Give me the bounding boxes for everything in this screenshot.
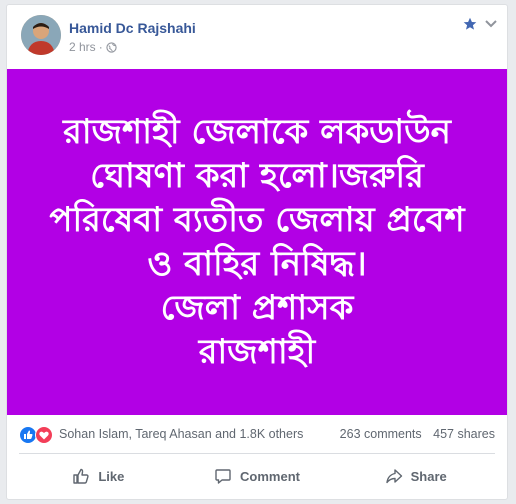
post-text-image[interactable]: রাজশাহী জেলাকে লকডাউন ঘোষণা করা হলো।জরুর… <box>7 69 507 415</box>
author-avatar[interactable] <box>21 15 61 55</box>
star-icon[interactable] <box>463 17 477 31</box>
love-reaction-icon <box>35 426 53 444</box>
comment-icon <box>215 469 231 484</box>
author-name[interactable]: Hamid Dc Rajshahi <box>69 20 196 36</box>
reaction-names[interactable]: Sohan Islam, Tareq Ahasan and 1.8K other… <box>59 427 303 441</box>
comments-count[interactable]: 263 comments <box>340 427 422 441</box>
globe-icon[interactable] <box>106 41 117 53</box>
like-reaction-icon <box>19 426 37 444</box>
post-actions: Like Comment Share <box>19 457 495 495</box>
comment-label: Comment <box>240 468 300 484</box>
post-time[interactable]: 2 hrs <box>69 40 96 54</box>
comment-button[interactable]: Comment <box>178 457 337 495</box>
chevron-down-icon[interactable] <box>485 19 497 29</box>
share-button[interactable]: Share <box>336 457 495 495</box>
post-meta: 2 hrs · <box>69 40 117 54</box>
meta-separator: · <box>98 40 103 54</box>
post-image-text: রাজশাহী জেলাকে লকডাউন ঘোষণা করা হলো।জরুর… <box>49 112 465 372</box>
like-button[interactable]: Like <box>19 457 178 495</box>
actions-divider <box>19 453 495 454</box>
share-icon <box>385 469 402 484</box>
post-card: Hamid Dc Rajshahi 2 hrs · রাজশাহী জেলাকে… <box>6 4 508 500</box>
like-label: Like <box>98 468 125 484</box>
share-label: Share <box>410 468 447 484</box>
like-icon <box>73 468 89 484</box>
reactions-summary[interactable] <box>19 426 55 444</box>
engagement-counts: 263 comments 457 shares <box>340 427 495 441</box>
shares-count[interactable]: 457 shares <box>433 427 495 441</box>
post-stats: Sohan Islam, Tareq Ahasan and 1.8K other… <box>7 423 507 447</box>
